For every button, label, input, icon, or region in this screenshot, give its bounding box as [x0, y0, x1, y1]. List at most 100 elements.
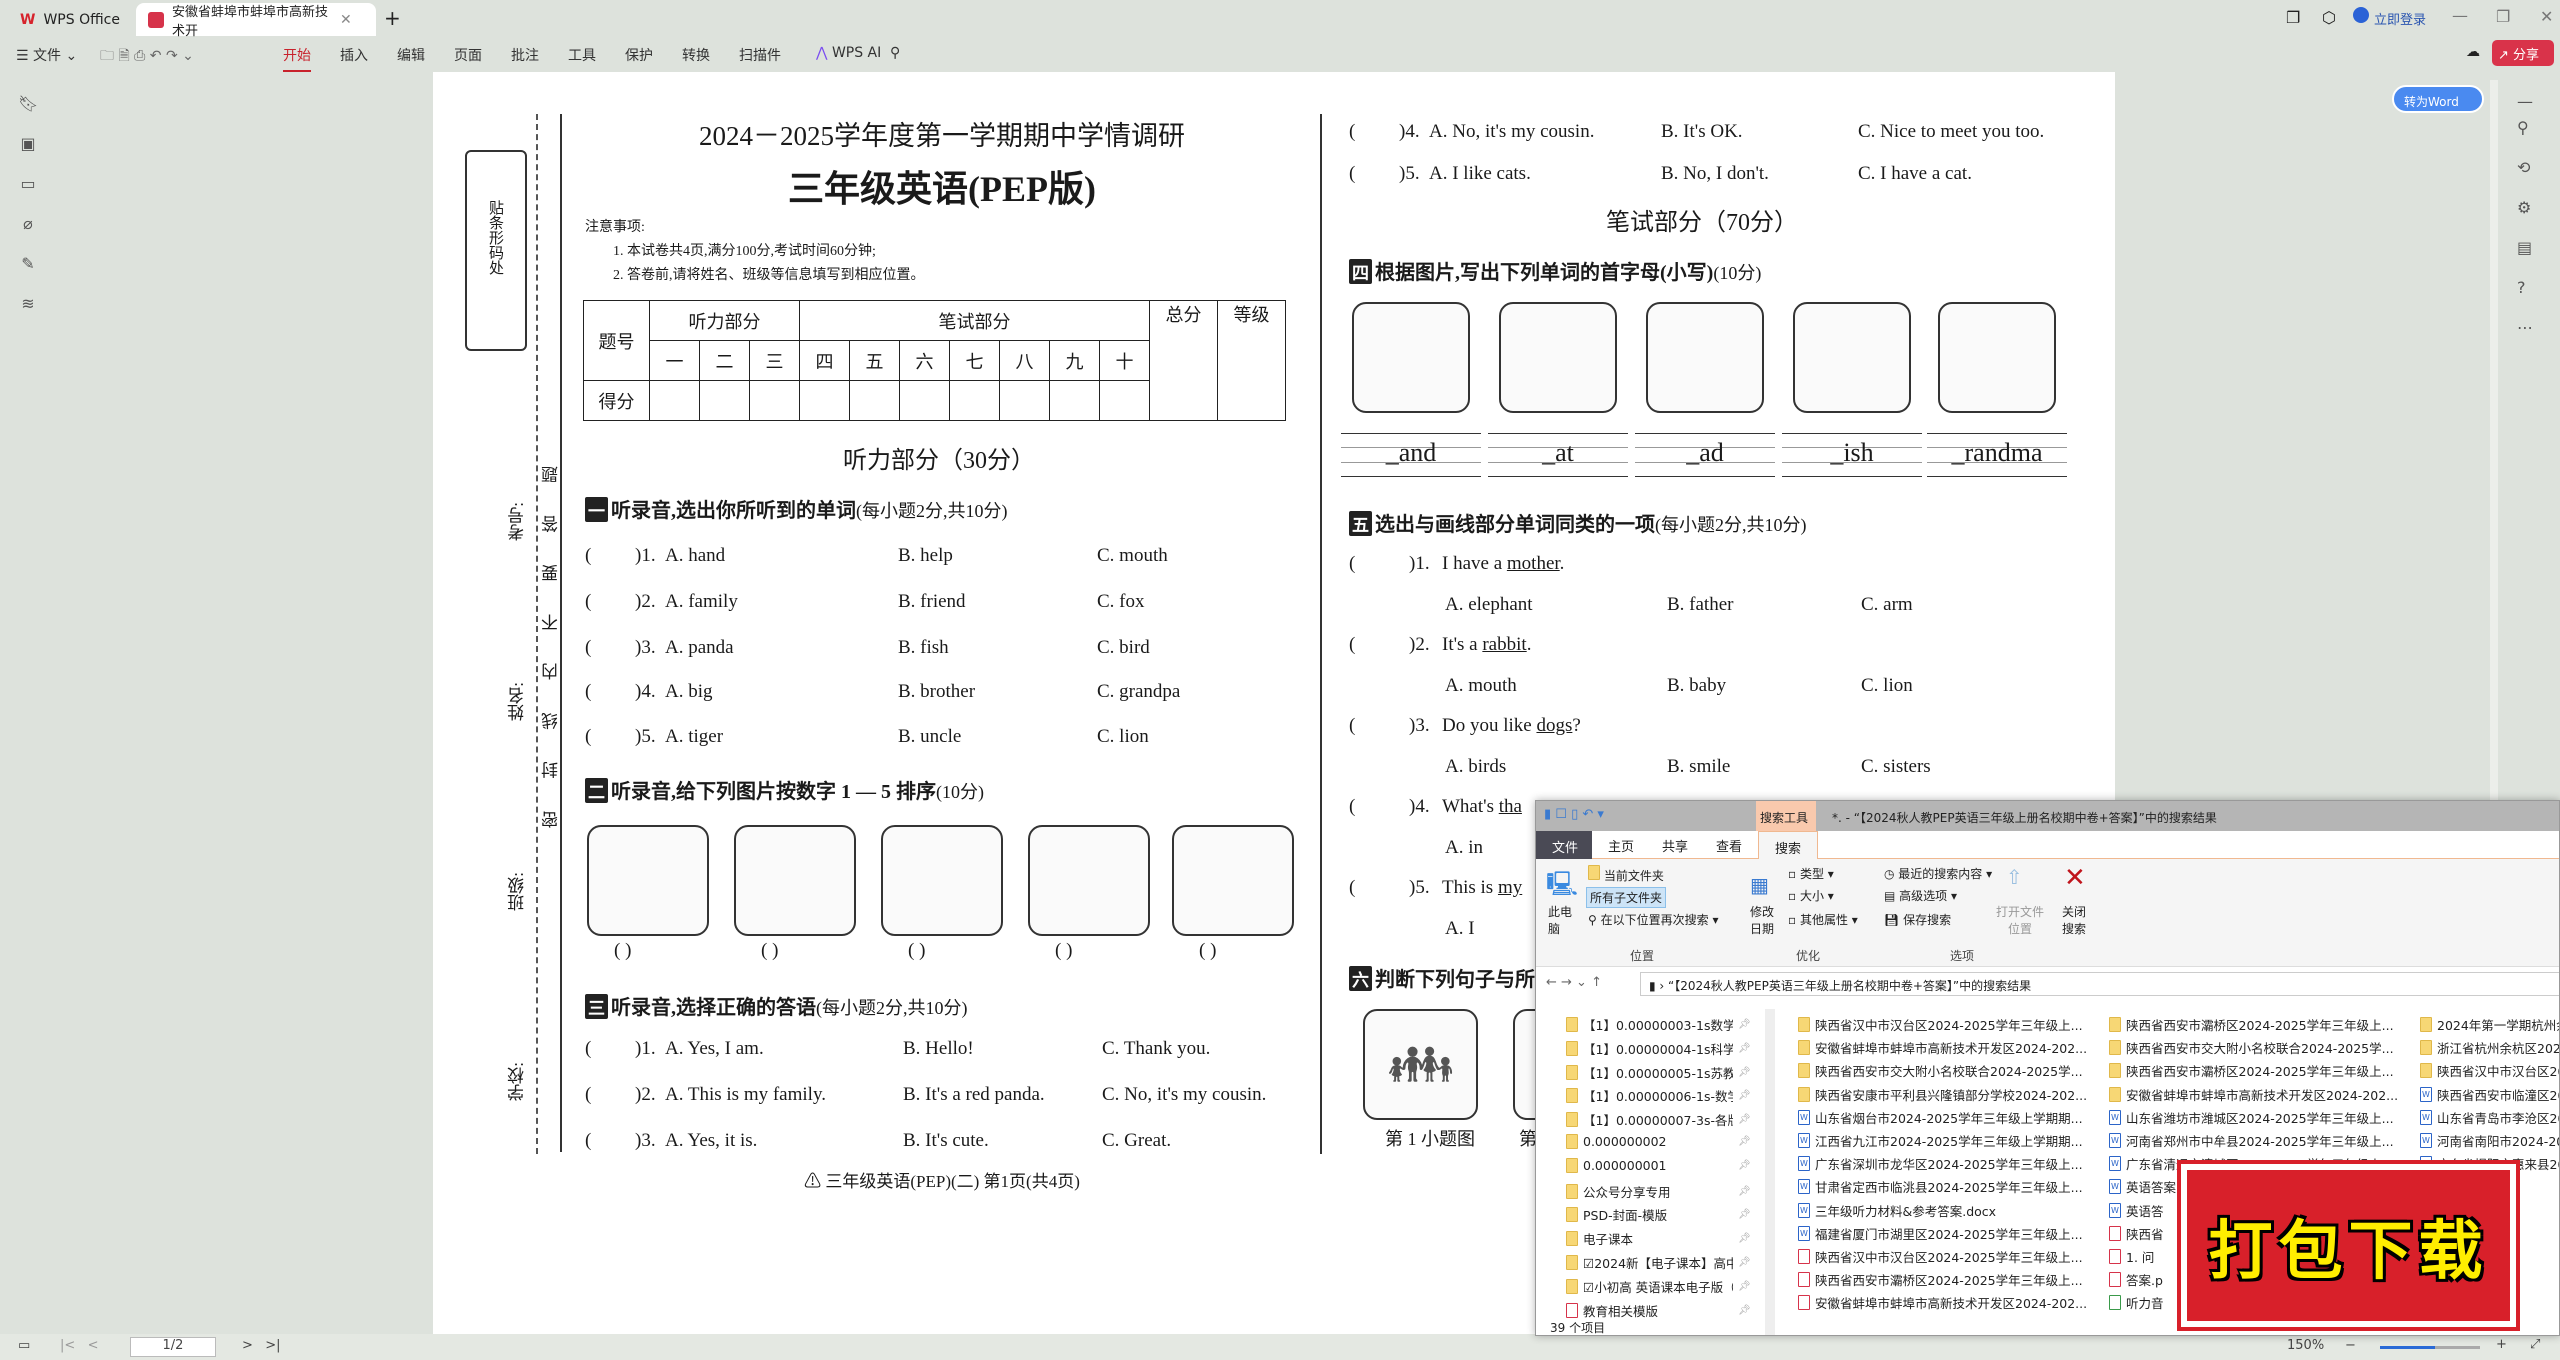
quick-access-icons[interactable]: 🗀 🗎 ⎙ ↶ ↷ ⌄	[100, 45, 194, 69]
file-item[interactable]: 陕西省西安市交大附小名校联合2024-2025学...	[1798, 1061, 2083, 1080]
file-item[interactable]: 陕西省安康市平利县兴隆镇部分学校2024-202...	[1798, 1085, 2087, 1104]
file-menu[interactable]: ☰ 文件 ⌄	[16, 45, 77, 65]
file-item[interactable]: 陕西省西安市灞桥区2024-2025学年三年级上...	[2109, 1061, 2394, 1080]
file-item[interactable]: 2024年第一学期杭州余	[2420, 1015, 2559, 1034]
file-item[interactable]: W 陕西省西安市临潼区20	[2420, 1085, 2559, 1104]
file-item[interactable]: 陕西省西安市灞桥区2024-2025学年三年级上...	[1798, 1270, 2083, 1289]
file-item[interactable]: 陕西省汉中市汉台区20	[2420, 1061, 2559, 1080]
open-location-button[interactable]: 打开文件位置	[1996, 903, 2044, 937]
menu-1[interactable]: 插入	[340, 45, 368, 65]
nav-item[interactable]: ☑小初高 英语课本电子版（ 📌︎	[1566, 1277, 1751, 1296]
comment-icon[interactable]: ▭	[18, 174, 38, 194]
file-item[interactable]: W 山东省青岛市李沧区20	[2420, 1108, 2559, 1127]
tab-share[interactable]: 共享	[1662, 836, 1688, 855]
quick-access-toolbar-icons[interactable]: ▮ ☐ ▯ ↶ ▾	[1544, 807, 1604, 822]
book-icon[interactable]: ▤	[2517, 238, 2532, 257]
settings-icon[interactable]: ⚙	[2517, 198, 2531, 217]
file-item[interactable]: W 广东省深圳市龙华区2024-2025学年三年级上...	[1798, 1154, 2083, 1173]
file-item[interactable]: 陕西省	[2109, 1224, 2164, 1243]
nav-item[interactable]: 公众号分享专用 📌︎	[1566, 1182, 1751, 1201]
menu-2[interactable]: 编辑	[397, 45, 425, 65]
file-item[interactable]: 陕西省西安市灞桥区2024-2025学年三年级上...	[2109, 1015, 2394, 1034]
file-item[interactable]: 陕西省汉中市汉台区2024-2025学年三年级上...	[1798, 1247, 2083, 1266]
current-folder-button[interactable]: 当前文件夹	[1588, 865, 1664, 884]
file-item[interactable]: 浙江省杭州余杭区2024	[2420, 1038, 2559, 1057]
type-button[interactable]: ▫ 类型 ▾	[1788, 865, 1834, 882]
advanced-options-button[interactable]: ▤ 高级选项 ▾	[1884, 887, 1957, 904]
size-button[interactable]: ▫ 大小 ▾	[1788, 887, 1834, 904]
next-page-icon[interactable]: > >|	[242, 1338, 281, 1353]
more-icon[interactable]: ⋯	[2517, 318, 2533, 337]
file-item[interactable]: 听力音	[2109, 1293, 2164, 1312]
nav-item[interactable]: 【1】0.00000006-1s-数学西 📌︎	[1566, 1086, 1751, 1105]
user-avatar-icon[interactable]	[2353, 7, 2369, 23]
nav-scrollbar[interactable]	[1765, 1009, 1775, 1335]
file-item[interactable]: W 山东省潍坊市潍城区2024-2025学年三年级上...	[2109, 1108, 2394, 1127]
attachment-icon[interactable]: ⌀	[18, 214, 38, 234]
this-pc-button[interactable]: 此电脑	[1548, 903, 1572, 937]
tab-home[interactable]: 主页	[1608, 836, 1634, 855]
minus-icon[interactable]: —	[2517, 92, 2533, 111]
file-item[interactable]: 1. 问	[2109, 1247, 2154, 1266]
menu-0[interactable]: 开始	[283, 45, 311, 72]
menu-6[interactable]: 保护	[625, 45, 653, 65]
zoom-slider[interactable]	[2380, 1346, 2480, 1349]
nav-item[interactable]: 0.000000001 📌︎	[1566, 1157, 1751, 1173]
file-item[interactable]: 陕西省西安市交大附小名校联合2024-2025学...	[2109, 1038, 2394, 1057]
wps-home-tab[interactable]: W WPS Office	[8, 3, 132, 36]
nav-item[interactable]: 0.000000002 📌︎	[1566, 1134, 1751, 1149]
file-item[interactable]: W 山东省烟台市2024-2025学年三年级上学期期...	[1798, 1108, 2083, 1127]
menu-8[interactable]: 扫描件	[739, 45, 781, 65]
bookmark-icon[interactable]: 🔖︎	[18, 94, 38, 114]
file-item[interactable]: 陕西省汉中市汉台区2024-2025学年三年级上...	[1798, 1015, 2083, 1034]
thumbnail-icon[interactable]: ▣	[18, 134, 38, 154]
nav-item[interactable]: 【1】0.00000003-1s数学-1s 📌︎	[1566, 1015, 1751, 1034]
nav-item[interactable]: PSD-封面-模版 📌︎	[1566, 1205, 1751, 1224]
zoom-in-icon[interactable]: +	[2496, 1337, 2507, 1352]
convert-to-word-button[interactable]: 转为Word	[2392, 85, 2484, 113]
share-button[interactable]: ↗ 分享	[2492, 40, 2554, 66]
tab-search[interactable]: 搜索	[1758, 831, 1818, 860]
minimize-icon[interactable]: —	[2452, 6, 2468, 25]
file-item[interactable]: 安徽省蚌埠市蚌埠市高新技术开发区2024-202...	[1798, 1038, 2087, 1057]
file-item[interactable]: W 英语答	[2109, 1201, 2164, 1220]
menu-4[interactable]: 批注	[511, 45, 539, 65]
signature-icon[interactable]: ✎	[18, 254, 38, 274]
address-bar[interactable]: ▮ › “【2024秋人教PEP英语三年级上册名校期中卷+答案】”中的搜索结果	[1640, 972, 2559, 996]
maximize-icon[interactable]: ❐	[2496, 7, 2510, 26]
window-icon[interactable]: ❐	[2286, 8, 2300, 27]
close-window-icon[interactable]: ✕	[2540, 7, 2553, 26]
file-item[interactable]: 安徽省蚌埠市蚌埠市高新技术开发区2024-202...	[2109, 1085, 2398, 1104]
tab-file[interactable]: 文件	[1536, 831, 1592, 859]
file-item[interactable]: W 河南省南阳市2024-20	[2420, 1131, 2559, 1150]
new-tab-button[interactable]: +	[384, 6, 401, 30]
first-page-icon[interactable]: |< <	[60, 1338, 99, 1353]
save-search-button[interactable]: 💾︎ 保存搜索	[1884, 911, 1951, 928]
document-tab[interactable]: 安徽省蚌埠市蚌埠市高新技术开 ✕	[136, 3, 376, 39]
nav-item[interactable]: ☑2024新【电子课本】高中 📌︎	[1566, 1253, 1751, 1272]
menu-3[interactable]: 页面	[454, 45, 482, 65]
search-icon[interactable]: ⚲	[890, 45, 900, 61]
zoom-level[interactable]: 150%	[2287, 1338, 2324, 1353]
layers-icon[interactable]: ≋	[18, 294, 38, 314]
search-icon[interactable]: ⚲	[2517, 118, 2529, 137]
close-search-icon[interactable]: ✕	[2064, 863, 2086, 893]
file-item[interactable]: W 江西省九江市2024-2025学年三年级上学期期...	[1798, 1131, 2083, 1150]
file-item[interactable]: W 甘肃省定西市临洮县2024-2025学年三年级上...	[1798, 1177, 2083, 1196]
file-item[interactable]: 答案.p	[2109, 1270, 2163, 1289]
page-number-input[interactable]: 1/2	[130, 1337, 216, 1357]
menu-7[interactable]: 转换	[682, 45, 710, 65]
modify-date-button[interactable]: 修改日期	[1750, 903, 1776, 937]
nav-item[interactable]: 【1】0.00000007-3s-各版本 📌︎	[1566, 1110, 1751, 1129]
file-item[interactable]: W 福建省厦门市湖里区2024-2025学年三年级上...	[1798, 1224, 2083, 1243]
login-link[interactable]: 立即登录	[2374, 9, 2426, 28]
sidebar-toggle-icon[interactable]: ▭	[18, 1338, 30, 1353]
wps-ai-button[interactable]: ⋀ WPS AI	[816, 45, 881, 61]
nav-item[interactable]: 【1】0.00000004-1s科学7上 📌︎	[1566, 1039, 1751, 1058]
download-stamp[interactable]: 打包下载	[2177, 1160, 2520, 1331]
translate-icon[interactable]: ⟲	[2517, 158, 2530, 177]
nav-item[interactable]: 电子课本 📌︎	[1566, 1229, 1751, 1248]
search-again-button[interactable]: ⚲ 在以下位置再次搜索 ▾	[1588, 911, 1718, 928]
close-search-button[interactable]: 关闭搜索	[2062, 903, 2088, 937]
nav-item[interactable]: 【1】0.00000005-1s苏教版, 📌︎	[1566, 1063, 1751, 1082]
